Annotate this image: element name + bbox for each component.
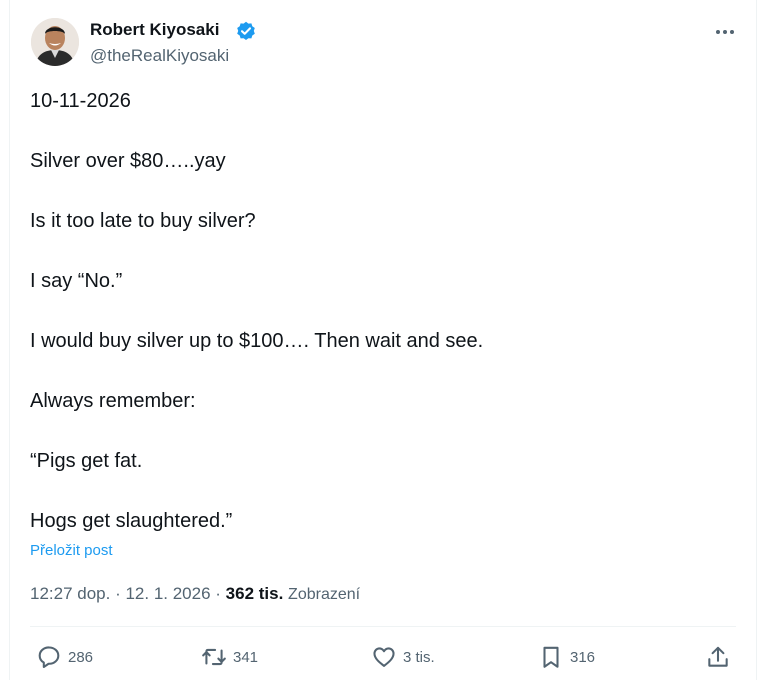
views-label: Zobrazení <box>288 586 361 603</box>
bookmark-count: 316 <box>570 648 596 666</box>
repost-count: 341 <box>233 648 259 666</box>
bookmark-button[interactable]: 316 <box>538 643 595 671</box>
divider <box>30 626 736 627</box>
bookmark-icon <box>538 644 564 670</box>
like-count: 3 tis. <box>403 648 435 666</box>
repost-arrows-icon <box>201 644 227 670</box>
tweet-text-line: Always remember: <box>30 390 196 412</box>
tweet-text-line: Is it too late to buy silver? <box>30 210 256 232</box>
tweet-text-line: I say “No.” <box>30 270 123 292</box>
reply-button[interactable]: 286 <box>36 643 93 671</box>
views-count: 362 tis. <box>225 584 284 603</box>
post-date[interactable]: 12. 1. 2026 <box>125 584 210 603</box>
post-time[interactable]: 12:27 dop. <box>30 584 110 603</box>
meta-separator: · <box>210 584 226 603</box>
author-display-name[interactable]: Robert Kiyosaki <box>90 19 219 41</box>
tweet-text-line: Silver over $80…..yay <box>30 150 226 172</box>
translate-post-link[interactable]: Přeložit post <box>30 541 113 561</box>
tweet-text-line: Hogs get slaughtered.” <box>30 510 233 532</box>
reply-bubble-icon <box>36 644 62 670</box>
reply-count: 286 <box>68 648 94 666</box>
meta-separator: · <box>110 584 126 603</box>
author-handle[interactable]: @theRealKiyosaki <box>90 45 229 67</box>
share-button[interactable] <box>705 643 731 671</box>
post-meta: 12:27 dop. · 12. 1. 2026 · 362 tis. Zobr… <box>30 582 360 607</box>
tweet-text-line: I would buy silver up to $100…. Then wai… <box>30 330 484 352</box>
tweet-text-line: “Pigs get fat. <box>30 450 143 472</box>
tweet-text-line: 10-11-2026 <box>30 90 131 112</box>
more-horizontal-icon <box>715 22 735 40</box>
heart-icon <box>371 644 397 670</box>
more-button[interactable] <box>711 19 739 43</box>
like-button[interactable]: 3 tis. <box>371 643 435 671</box>
repost-button[interactable]: 341 <box>201 643 258 671</box>
verified-badge-icon <box>236 21 256 41</box>
avatar[interactable] <box>31 18 79 66</box>
share-upload-icon <box>705 644 731 670</box>
